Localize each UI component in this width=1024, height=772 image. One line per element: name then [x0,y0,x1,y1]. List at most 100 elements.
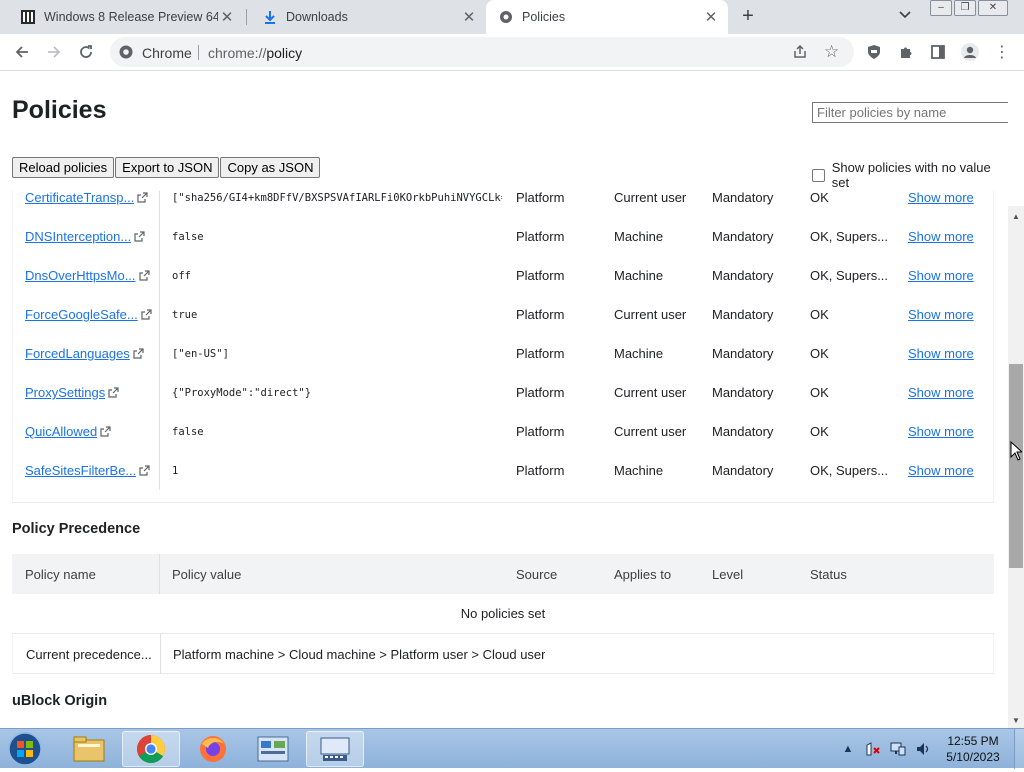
policy-source: Platform [516,424,565,439]
extensions-puzzle-icon[interactable] [896,42,916,62]
show-more-link[interactable]: Show more [908,385,974,400]
minimize-icon[interactable]: – [930,0,952,16]
taskbar-control-panel[interactable] [244,731,302,767]
policy-name-link[interactable]: DNSInterception... [25,229,131,244]
policy-name-link[interactable]: CertificateTransp... [25,191,134,205]
more-menu-icon[interactable]: ⋮ [992,42,1012,62]
open-external-icon[interactable] [138,270,150,281]
filter-policies-input[interactable] [812,102,1008,123]
column-divider [160,634,161,674]
taskbar-explorer[interactable] [60,731,118,767]
policy-source: Platform [516,346,565,361]
taskbar-clock[interactable]: 12:55 PM 5/10/2023 [936,733,1010,765]
reload-icon[interactable] [76,42,96,62]
tab-windows8[interactable]: Windows 8 Release Preview 64bit ✕ [0,0,244,34]
show-more-cell: Show more [908,256,988,295]
show-no-value-toggle[interactable]: Show policies with no value set [812,160,1008,190]
policy-row: QuicAllowed false Platform Current user Mand… [12,412,994,451]
policy-name-link[interactable]: DnsOverHttpsMo... [25,268,136,283]
policy-level: Mandatory [712,191,774,205]
page-scrollbar[interactable]: ▲ ▼ [1008,206,1024,728]
policy-status: OK [810,307,829,322]
policy-level: Mandatory [712,229,774,244]
policy-source: Platform [516,268,565,283]
policy-name-link[interactable]: ProxySettings [25,385,105,400]
policy-name-cell: DnsOverHttpsMo... [25,256,157,295]
copy-json-button[interactable]: Copy as JSON [220,157,321,178]
close-window-icon[interactable]: ✕ [978,0,1008,16]
action-buttons: Reload policies Export to JSON Copy as J… [12,157,321,178]
tab-downloads[interactable]: Downloads ✕ [242,0,486,34]
bookmark-star-icon[interactable]: ☆ [824,42,839,62]
taskbar-chrome[interactable] [122,731,180,767]
policy-name-link[interactable]: ForcedLanguages [25,346,130,361]
open-external-icon[interactable] [139,465,150,476]
shield-extension-icon[interactable] [864,42,884,62]
column-divider [159,412,160,451]
scroll-up-arrow-icon[interactable]: ▲ [1008,210,1024,224]
policy-value: ["en-US"] [172,347,229,360]
open-external-icon[interactable] [141,309,152,320]
show-more-link[interactable]: Show more [908,268,974,283]
show-more-link[interactable]: Show more [908,346,974,361]
system-tray: ▲ [840,729,940,769]
show-more-link[interactable]: Show more [908,307,974,322]
close-tab-icon[interactable]: ✕ [218,8,236,26]
tab-policies[interactable]: Policies ✕ [486,0,728,34]
show-more-link[interactable]: Show more [908,424,974,439]
close-tab-icon[interactable]: ✕ [702,8,720,26]
show-more-cell: Show more [908,191,988,217]
volume-icon[interactable] [915,741,931,757]
share-icon[interactable] [792,44,808,60]
forward-icon[interactable] [44,42,64,62]
policy-level: Mandatory [712,463,774,478]
reload-policies-button[interactable]: Reload policies [12,157,115,178]
close-tab-icon[interactable]: ✕ [460,8,478,26]
show-more-link[interactable]: Show more [908,229,974,244]
show-more-link[interactable]: Show more [908,463,974,478]
clock-date: 5/10/2023 [946,750,1000,764]
export-json-button[interactable]: Export to JSON [115,157,220,178]
show-more-link[interactable]: Show more [908,191,974,205]
policy-level: Mandatory [712,346,774,361]
tab-label: Windows 8 Release Preview 64bit [44,10,218,24]
start-button[interactable] [3,731,45,767]
url-text[interactable]: chrome://policy [208,45,302,61]
policy-name-link[interactable]: ForceGoogleSafe... [25,307,138,322]
policy-source: Platform [516,307,565,322]
show-hidden-icons-icon[interactable]: ▲ [840,741,856,757]
scroll-down-arrow-icon[interactable]: ▼ [1008,714,1024,728]
back-icon[interactable] [12,42,32,62]
side-panel-icon[interactable] [928,42,948,62]
restore-icon[interactable]: ❐ [954,0,976,16]
policy-applies-to: Current user [614,424,687,439]
policy-name-cell: ForcedLanguages [25,334,157,373]
network-icon[interactable] [890,741,906,757]
url-host: policy [266,45,303,61]
action-center-icon[interactable] [865,741,881,757]
scrollbar-thumb[interactable] [1009,364,1023,568]
taskbar-keyboard-app[interactable] [306,731,364,767]
open-external-icon[interactable] [134,231,145,242]
open-external-icon[interactable] [108,387,119,398]
policy-status: OK [810,191,829,205]
taskbar-firefox[interactable] [184,731,242,767]
policy-source: Platform [516,463,565,478]
open-external-icon[interactable] [137,192,148,203]
new-tab-icon[interactable]: + [737,6,759,28]
open-external-icon[interactable] [100,426,111,437]
browser-toolbar: Chrome chrome://policy ☆ ⋮ [0,34,1024,71]
open-external-icon[interactable] [133,348,144,359]
chrome-logo-icon [137,735,165,763]
policy-name-link[interactable]: SafeSitesFilterBe... [25,463,136,478]
show-no-value-checkbox[interactable] [812,168,825,182]
tab-search-icon[interactable] [896,8,914,26]
show-desktop-button[interactable] [1014,729,1024,769]
policy-name-link[interactable]: QuicAllowed [25,424,97,439]
no-policies-message: No policies set [12,594,994,634]
policy-level: Mandatory [712,268,774,283]
profile-avatar-icon[interactable] [960,42,980,62]
column-divider [159,256,160,295]
policy-row: ForceGoogleSafe... true Platform Current us… [12,295,994,334]
address-bar[interactable]: Chrome chrome://policy ☆ [110,37,854,67]
